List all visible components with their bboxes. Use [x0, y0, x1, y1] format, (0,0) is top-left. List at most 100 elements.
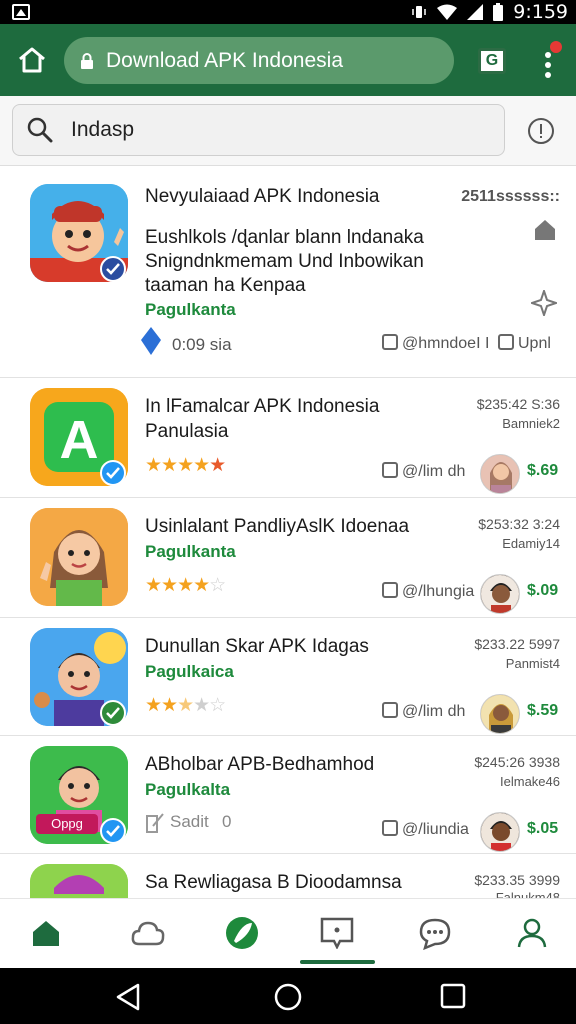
like-label: @hmndoeI I	[402, 335, 490, 352]
developer-name[interactable]: Pagulkanta	[145, 300, 236, 320]
list-item[interactable]: A In lFamalcar APK Indonesia Panulasia $…	[0, 378, 576, 498]
rating-stars: ★★★★☆	[145, 575, 226, 596]
svg-text:A: A	[60, 410, 99, 470]
system-navigation-bar	[0, 968, 576, 1024]
like-label: @/lim dh	[402, 463, 466, 480]
search-icon	[27, 117, 53, 143]
menu-dot	[545, 52, 551, 58]
like-button[interactable]: @hmndoeI I	[382, 334, 489, 353]
list-item[interactable]: Dunullan Skar APK Idagas Pagulkaica $233…	[0, 618, 576, 736]
app-price: $233.22 5997	[474, 636, 560, 652]
meta-value: 0	[222, 812, 232, 831]
meta-label: Sadit	[170, 812, 209, 831]
like-label: @/lhungia	[402, 583, 475, 600]
list-item[interactable]: Oppg ABholbar APB-Bedhamhod Pagulkalta $…	[0, 736, 576, 854]
like-button[interactable]: @/liundia	[382, 820, 469, 839]
like-button[interactable]: @/lim dh	[382, 702, 465, 721]
image-notification-icon	[12, 4, 30, 20]
developer-name[interactable]: Pagulkaica	[145, 662, 234, 682]
search-query: Indasp	[71, 118, 135, 141]
address-bar[interactable]: Download APK Indonesia	[64, 37, 454, 84]
nav-home[interactable]	[26, 913, 66, 953]
app-price: 2511ssssss::	[461, 188, 560, 205]
menu-dot	[545, 62, 551, 68]
chat-icon	[419, 918, 451, 950]
leaf-icon	[226, 917, 258, 949]
nav-cloud[interactable]	[128, 913, 168, 953]
verified-badge-icon	[100, 460, 126, 486]
developer-name[interactable]: Pagulkanta	[145, 542, 236, 562]
browser-toolbar: Download APK Indonesia G	[0, 24, 576, 96]
search-input[interactable]: Indasp	[12, 104, 505, 156]
home-circle-icon[interactable]	[274, 983, 302, 1011]
verified-badge-icon	[100, 256, 126, 282]
search-area: Indasp	[0, 96, 576, 166]
rating-stars: ★★★★☆	[145, 695, 226, 716]
clock: 9:159	[513, 1, 568, 23]
avatar[interactable]	[480, 574, 520, 614]
url-text: Download APK Indonesia	[106, 48, 343, 72]
developer-name[interactable]: Pagulkalta	[145, 780, 230, 800]
avatar[interactable]	[480, 694, 520, 734]
app-description-line: Eushlkols /ɖanlar blann lndanaka	[145, 227, 424, 248]
app-title[interactable]: Sa Rewliagasa B Dioodamnsa	[145, 872, 402, 894]
translate-icon[interactable]: G	[478, 48, 506, 74]
active-tab-indicator	[300, 960, 375, 964]
app-sub-label: Edamiy14	[502, 536, 560, 551]
app-amount: $.69	[527, 462, 559, 479]
list-item[interactable]: Usinlalant PandliyAslK Idoenaa Pagulkant…	[0, 498, 576, 618]
app-sub-label: Ielmake46	[500, 774, 560, 789]
app-title[interactable]: ABholbar APB-Bedhamhod	[145, 754, 374, 776]
list-item[interactable]: Sa Rewliagasa B Dioodamnsa $233.35 3999 …	[0, 854, 576, 898]
thumbs-up-icon	[382, 820, 398, 836]
app-title[interactable]: In lFamalcar APK Indonesia	[145, 396, 379, 418]
wifi-icon	[437, 4, 458, 20]
battery-icon	[493, 3, 504, 21]
status-bar: 9:159	[0, 0, 576, 24]
sparkle-icon[interactable]	[531, 290, 557, 316]
app-sub-label: Falnukm48	[495, 890, 560, 898]
signal-icon	[467, 4, 484, 20]
cartoon-hat-icon	[30, 864, 128, 898]
thumbs-up-icon	[498, 334, 514, 350]
app-price: $253:32 3:24	[478, 516, 560, 532]
app-amount: $.05	[527, 820, 559, 837]
app-sub-label: Panmist4	[505, 656, 560, 671]
bottom-navigation	[0, 898, 576, 968]
app-amount: $.59	[527, 702, 559, 719]
overflow-menu-button[interactable]	[536, 41, 562, 82]
info-icon[interactable]	[528, 118, 554, 144]
home-button[interactable]	[14, 42, 50, 78]
message-box-icon	[320, 917, 354, 949]
home-icon[interactable]	[533, 218, 557, 240]
app-description-line: taaman ha Kenpaa	[145, 275, 306, 296]
thumbs-up-icon	[382, 702, 398, 718]
app-title[interactable]: Usinlalant PandliyAslK Idoenaa	[145, 516, 409, 538]
avatar[interactable]	[480, 812, 520, 852]
verified-badge-icon	[100, 700, 126, 726]
app-sub-label: Bamniek2	[502, 416, 560, 431]
app-icon	[30, 508, 128, 606]
like-button[interactable]: @/lim dh	[382, 462, 465, 481]
nav-profile[interactable]	[512, 913, 552, 953]
cloud-icon	[131, 921, 165, 946]
avatar[interactable]	[480, 454, 520, 494]
like-button[interactable]: @/lhungia	[382, 582, 474, 601]
upvote-button[interactable]: Upnl	[498, 334, 551, 353]
home-icon	[19, 47, 45, 73]
upvote-label: Upnl	[518, 335, 551, 352]
rating-stars: ★★★★★	[145, 455, 226, 476]
app-title[interactable]: Dunullan Skar APK Idagas	[145, 636, 369, 658]
cartoon-woman-icon	[30, 508, 128, 606]
thumbs-up-icon	[382, 582, 398, 598]
nav-chat[interactable]	[415, 913, 455, 953]
nav-discover[interactable]	[222, 913, 262, 953]
home-icon	[33, 921, 59, 946]
list-item[interactable]: Nevyulaiaad APK Indonesia 2511ssssss:: E…	[0, 166, 576, 378]
back-icon[interactable]	[114, 983, 142, 1011]
verified-badge-icon	[100, 818, 126, 844]
recents-icon[interactable]	[440, 983, 466, 1009]
app-title[interactable]: Nevyulaiaad APK Indonesia	[145, 186, 380, 208]
vibrate-icon	[412, 6, 426, 18]
nav-messages[interactable]	[317, 913, 357, 953]
